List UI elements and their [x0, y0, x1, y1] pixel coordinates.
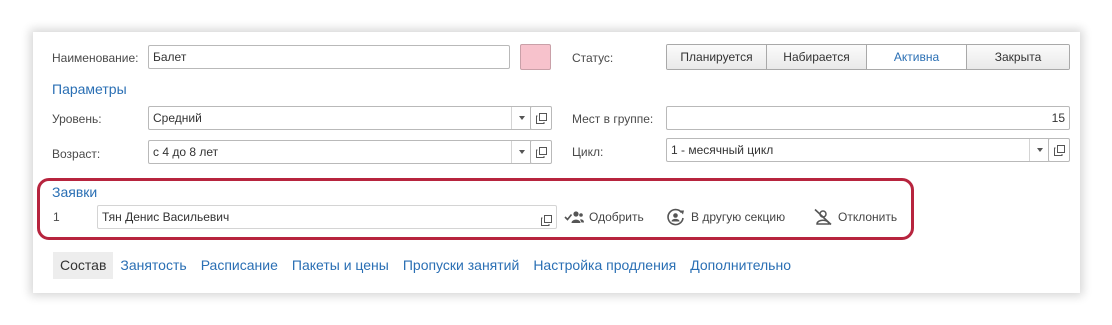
seats-input[interactable]: 15	[666, 106, 1070, 130]
status-option-recruiting[interactable]: Набирается	[767, 45, 867, 69]
level-value: Средний	[153, 111, 202, 125]
seats-label: Мест в группе:	[572, 112, 654, 126]
request-applicant-field[interactable]: Тян Денис Васильевич	[97, 205, 557, 229]
group-form-card: Наименование: Балет Статус: Планируется …	[33, 32, 1080, 293]
user-cycle-icon	[667, 208, 684, 226]
name-input[interactable]: Балет	[148, 45, 510, 69]
status-option-active[interactable]: Активна	[867, 45, 967, 69]
reject-button[interactable]: Отклонить	[813, 208, 897, 226]
age-label: Возраст:	[52, 147, 101, 161]
cycle-label: Цикл:	[572, 145, 604, 159]
tab-schedule[interactable]: Расписание	[194, 252, 285, 279]
open-window-icon	[535, 146, 547, 158]
chevron-down-icon[interactable]	[511, 107, 531, 129]
status-option-closed[interactable]: Закрыта	[967, 45, 1069, 69]
reject-label: Отклонить	[838, 210, 898, 224]
approve-button[interactable]: Одобрить	[564, 208, 644, 226]
name-label: Наименование:	[52, 51, 139, 65]
open-window-icon	[1053, 144, 1065, 156]
request-row-number: 1	[53, 210, 60, 224]
tab-packages-prices[interactable]: Пакеты и цены	[285, 252, 396, 279]
level-open-button[interactable]	[530, 106, 552, 130]
age-select[interactable]: с 4 до 8 лет	[148, 140, 532, 164]
tab-bar: Состав Занятость Расписание Пакеты и цен…	[53, 252, 798, 279]
status-option-planned[interactable]: Планируется	[667, 45, 767, 69]
status-toggle-group: Планируется Набирается Активна Закрыта	[666, 44, 1070, 70]
color-swatch-button[interactable]	[520, 44, 551, 70]
status-label: Статус:	[572, 51, 614, 65]
tab-occupancy[interactable]: Занятость	[113, 252, 193, 279]
parameters-title: Параметры	[52, 81, 127, 97]
open-window-icon	[535, 112, 547, 124]
approve-label: Одобрить	[589, 210, 644, 224]
user-remove-icon	[814, 208, 832, 226]
move-to-other-section-label: В другую секцию	[691, 210, 786, 224]
tab-renewal-settings[interactable]: Настройка продления	[526, 252, 683, 279]
level-label: Уровень:	[52, 112, 102, 126]
age-value: с 4 до 8 лет	[153, 145, 219, 159]
cycle-open-button[interactable]	[1048, 138, 1070, 162]
name-value: Балет	[153, 50, 187, 64]
requests-title: Заявки	[52, 184, 98, 200]
open-window-icon[interactable]	[541, 211, 552, 226]
move-to-other-section-button[interactable]: В другую секцию	[666, 208, 785, 226]
tab-composition[interactable]: Состав	[53, 252, 114, 279]
request-applicant-name: Тян Денис Васильевич	[102, 210, 230, 224]
tab-missed-classes[interactable]: Пропуски занятий	[396, 252, 526, 279]
level-select[interactable]: Средний	[148, 106, 532, 130]
tab-additional[interactable]: Дополнительно	[683, 252, 798, 279]
cycle-value: 1 - месячный цикл	[671, 143, 774, 157]
seats-value: 15	[1051, 111, 1065, 125]
chevron-down-icon[interactable]	[511, 141, 531, 163]
users-check-icon	[564, 211, 584, 223]
cycle-select[interactable]: 1 - месячный цикл	[666, 138, 1050, 162]
age-open-button[interactable]	[530, 140, 552, 164]
chevron-down-icon[interactable]	[1029, 139, 1049, 161]
